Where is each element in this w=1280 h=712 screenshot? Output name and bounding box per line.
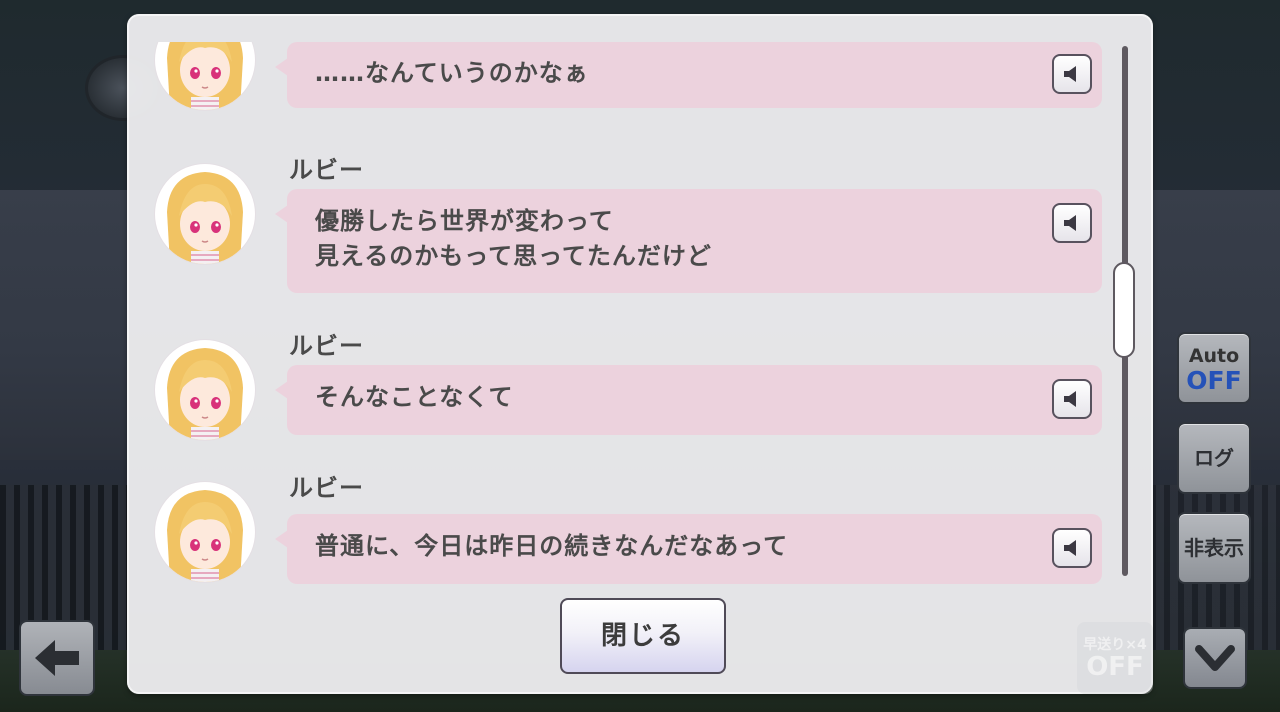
fast-forward-label: 早送り×4 (1083, 637, 1147, 653)
avatar-ruby (155, 42, 255, 110)
log-panel: ……なんていうのかなぁ ルビー 優勝したら世界が変わって 見えるのかもって思って… (127, 14, 1153, 694)
log-entry: ルビー 普通に、今日は昨日の続きなんだなあって (127, 468, 1127, 592)
speaker-name: ルビー (289, 332, 364, 360)
dialogue-text: そんなことなくて (315, 383, 514, 411)
close-button[interactable]: 閉じる (560, 598, 726, 674)
fast-forward-state: OFF (1086, 652, 1144, 682)
dialogue-text: 普通に、今日は昨日の続きなんだなあって (315, 532, 789, 560)
log-entry: ルビー 優勝したら世界が変わって 見えるのかもって思ってたんだけど (127, 150, 1127, 300)
speaker-icon (1064, 391, 1076, 407)
log-list[interactable]: ……なんていうのかなぁ ルビー 優勝したら世界が変わって 見えるのかもって思って… (127, 42, 1127, 592)
log-entry: ルビー そんなことなくて (127, 326, 1127, 446)
scrollbar-thumb[interactable] (1113, 262, 1135, 358)
hide-ui-button[interactable]: 非表示 (1177, 512, 1251, 584)
dialogue-text: 優勝したら世界が変わって 見えるのかもって思ってたんだけど (315, 207, 712, 270)
dialogue-text: ……なんていうのかなぁ (315, 59, 589, 87)
speaker-icon (1064, 540, 1076, 556)
voice-replay-button[interactable] (1052, 203, 1092, 243)
speaker-name: ルビー (289, 156, 364, 184)
dialogue-bubble: 普通に、今日は昨日の続きなんだなあって (275, 514, 1102, 584)
auto-label: Auto (1188, 345, 1240, 367)
dialogue-bubble: 優勝したら世界が変わって 見えるのかもって思ってたんだけど (275, 189, 1102, 293)
dialogue-bubble: ……なんていうのかなぁ (275, 42, 1102, 108)
back-button[interactable] (19, 620, 95, 696)
log-button[interactable]: ログ (1177, 422, 1251, 494)
down-button[interactable] (1183, 627, 1247, 689)
speaker-icon (1064, 66, 1076, 82)
speaker-name: ルビー (289, 474, 364, 502)
voice-replay-button[interactable] (1052, 379, 1092, 419)
auto-state: OFF (1186, 366, 1242, 395)
voice-replay-button[interactable] (1052, 54, 1092, 94)
chevron-down-icon (1195, 645, 1235, 671)
avatar-ruby (155, 340, 255, 440)
game-screen: ……なんていうのかなぁ ルビー 優勝したら世界が変わって 見えるのかもって思って… (0, 0, 1280, 712)
dialogue-bubble: そんなことなくて (275, 365, 1102, 435)
avatar-ruby (155, 482, 255, 582)
avatar-ruby (155, 164, 255, 264)
auto-toggle-button[interactable]: Auto OFF (1177, 332, 1251, 404)
voice-replay-button[interactable] (1052, 528, 1092, 568)
speaker-icon (1064, 215, 1076, 231)
log-entry: ……なんていうのかなぁ (127, 42, 1127, 112)
back-arrow-icon (35, 640, 79, 676)
fast-forward-button[interactable]: 早送り×4 OFF (1077, 622, 1153, 694)
